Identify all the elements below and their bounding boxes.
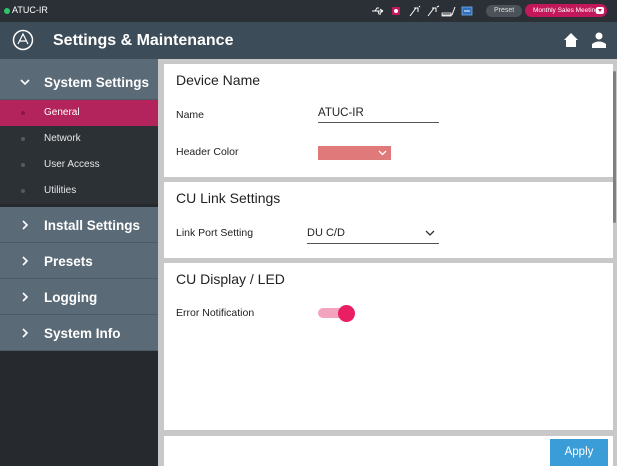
status-bar: ATUC-IR Preset Monthly Sales Meeting [0, 0, 617, 22]
main-scrollbar[interactable] [613, 71, 616, 223]
footer-bar [164, 436, 613, 466]
cable-icon [441, 6, 456, 17]
sidebar-group-label: System Info [44, 326, 121, 341]
sidebar-group-label: Logging [44, 290, 98, 305]
mic-off-icon [409, 5, 421, 17]
bullet-icon [21, 111, 25, 115]
device-name-label: ATUC-IR [12, 5, 48, 15]
cu-display-card: CU Display / LED Error Notification [164, 263, 613, 430]
sidebar-item-network[interactable]: Network [0, 126, 158, 152]
recording-icon [392, 7, 400, 15]
sidebar-empty-area [0, 351, 158, 466]
sidebar-group-presets[interactable]: Presets [0, 243, 158, 279]
sidebar-group-label: Presets [44, 254, 93, 269]
mic-on-icon [427, 5, 440, 17]
section-title: CU Link Settings [176, 190, 281, 206]
link-port-label: Link Port Setting [176, 227, 254, 239]
connection-status-dot [4, 8, 10, 14]
chevron-right-icon [22, 292, 29, 302]
section-title: Device Name [176, 72, 261, 88]
sidebar-group-system-settings[interactable]: System Settings [0, 64, 158, 100]
preset-select-value: Monthly Sales Meeting [533, 7, 599, 14]
error-notification-label: Error Notification [176, 307, 255, 319]
toggle-knob [338, 305, 355, 322]
device-name-field[interactable]: ATUC-IR [318, 107, 439, 123]
link-port-select[interactable]: DU C/D [307, 227, 439, 244]
preset-label: Preset [486, 5, 523, 17]
page-title: Settings & Maintenance [53, 32, 234, 49]
section-title: CU Display / LED [176, 271, 285, 287]
error-notification-toggle[interactable] [318, 305, 355, 322]
sidebar-item-label: User Access [44, 159, 100, 170]
user-icon[interactable] [592, 32, 606, 48]
sidebar-group-logging[interactable]: Logging [0, 279, 158, 315]
app-header: Settings & Maintenance [0, 22, 617, 59]
sidebar-item-general[interactable]: General [0, 100, 158, 126]
sidebar-item-label: General [44, 107, 80, 118]
chevron-right-icon [22, 256, 29, 266]
brand-logo-icon [12, 29, 34, 51]
sidebar-group-label: System Settings [44, 75, 150, 90]
bullet-icon [21, 189, 25, 193]
chevron-right-icon [22, 220, 29, 230]
chevron-down-icon [378, 150, 387, 156]
header-color-select[interactable] [318, 146, 391, 160]
display-icon [461, 6, 473, 16]
sidebar-group-label: Install Settings [44, 218, 141, 233]
usb-icon [372, 7, 384, 15]
sidebar-group-system-info[interactable]: System Info [0, 315, 158, 351]
chevron-down-icon [425, 230, 435, 236]
sidebar-item-user-access[interactable]: User Access [0, 152, 158, 178]
chevron-down-icon [596, 7, 604, 14]
sidebar-group-install-settings[interactable]: Install Settings [0, 207, 158, 243]
bullet-icon [21, 137, 25, 141]
sidebar-item-utilities[interactable]: Utilities [0, 178, 158, 204]
chevron-down-icon [20, 79, 30, 86]
name-label: Name [176, 109, 205, 121]
chevron-right-icon [22, 328, 29, 338]
sidebar-item-label: Utilities [44, 185, 77, 196]
device-name-card: Device Name Name ATUC-IR Header Color [164, 64, 613, 177]
sidebar-item-label: Network [44, 133, 81, 144]
home-icon[interactable] [563, 32, 579, 48]
bullet-icon [21, 163, 25, 167]
header-color-label: Header Color [176, 146, 239, 158]
cu-link-card: CU Link Settings Link Port Setting DU C/… [164, 182, 613, 258]
sidebar: System Settings General Network User Acc… [0, 59, 158, 466]
preset-select[interactable]: Monthly Sales Meeting [525, 4, 607, 17]
link-port-value: DU C/D [307, 227, 345, 239]
apply-button[interactable]: Apply [550, 439, 608, 466]
